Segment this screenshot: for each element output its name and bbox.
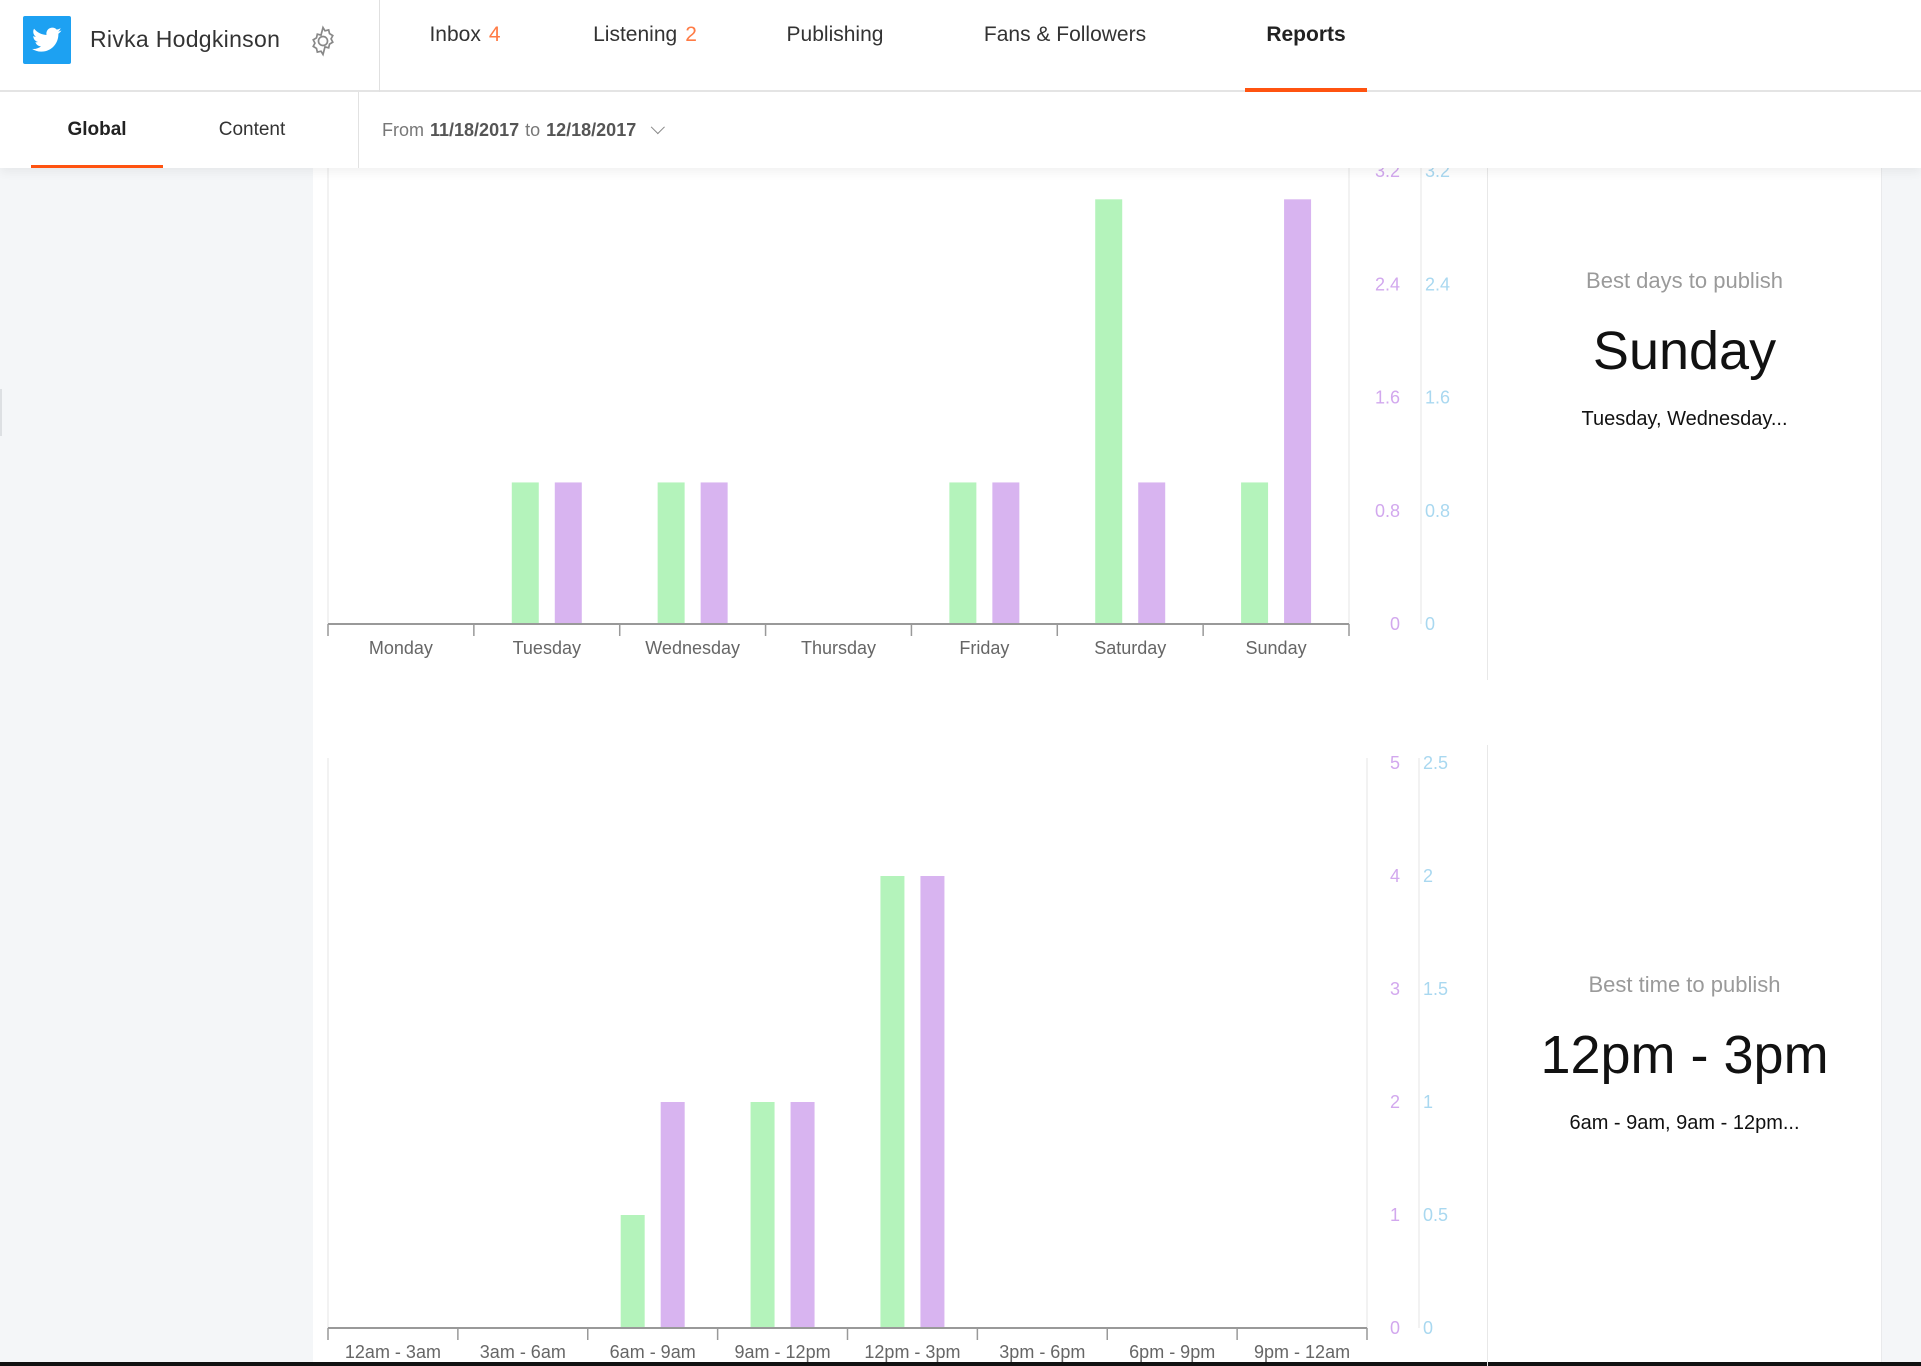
bar-green	[1241, 482, 1269, 624]
bar-purple	[920, 876, 945, 1328]
divider	[358, 92, 359, 168]
nav-label: Fans & Followers	[983, 23, 1147, 46]
y-tick-label-right: 1	[1423, 1092, 1433, 1112]
scroll-indicator	[0, 389, 2, 436]
x-tick-label: Sunday	[1246, 638, 1307, 658]
y-tick-label-right: 0.5	[1423, 1205, 1448, 1225]
tab-label: Global	[67, 119, 127, 140]
account-name: Rivka Hodgkinson	[90, 26, 281, 52]
x-tick-label: 3pm - 6pm	[999, 1342, 1085, 1362]
y-tick-label-right: 0	[1423, 1318, 1433, 1338]
y-tick-label-left: 0	[1390, 1318, 1400, 1338]
bar-purple	[554, 482, 582, 624]
x-tick-label: 9pm - 12am	[1254, 1342, 1350, 1362]
x-tick-label: 3am - 6am	[480, 1342, 566, 1362]
divider	[1487, 745, 1488, 1366]
divider	[1487, 168, 1488, 680]
x-tick-label: Friday	[959, 638, 1009, 658]
left-panel	[0, 168, 313, 1366]
x-tick-label: 6pm - 9pm	[1129, 1342, 1215, 1362]
nav-label: Inbox	[429, 23, 481, 46]
x-tick-label: Tuesday	[513, 638, 581, 658]
tab-global[interactable]: Global	[31, 92, 163, 168]
insight-best-value: 12pm - 3pm	[1540, 1025, 1829, 1085]
x-tick-label: Saturday	[1094, 638, 1166, 658]
best-days-insight: Best days to publish Sunday Tuesday, Wed…	[1488, 268, 1881, 431]
nav-reports[interactable]: Reports	[1245, 0, 1367, 92]
bar-green	[880, 876, 905, 1328]
x-tick-label: 12pm - 3pm	[864, 1342, 960, 1362]
tab-content[interactable]: Content	[190, 92, 314, 168]
y-tick-label-left: 1.6	[1375, 388, 1400, 408]
sub-nav-bar: Global Content From 11/18/2017 to 12/18/…	[0, 92, 1921, 168]
insight-label: Best time to publish	[1588, 972, 1781, 997]
nav-publishing[interactable]: Publishing	[770, 0, 900, 92]
best-time-insight: Best time to publish 12pm - 3pm 6am - 9a…	[1488, 972, 1881, 1135]
bar-purple	[1284, 199, 1312, 624]
date-to: 12/18/2017	[546, 119, 637, 140]
y-tick-label-right: 2.5	[1423, 753, 1448, 773]
nav-label: Publishing	[786, 23, 884, 46]
y-tick-label-right: 1.5	[1423, 979, 1448, 999]
bar-green	[1095, 199, 1123, 624]
best-days-chart: Monday Tuesday Wednesday Thursday Friday Satu…	[327, 168, 1450, 658]
chevron-down-icon	[650, 120, 666, 135]
y-tick-label-right: 0.8	[1425, 501, 1450, 521]
y-tick-label-right: 1.6	[1425, 388, 1450, 408]
insight-best-value: Sunday	[1592, 321, 1777, 381]
x-tick-label: Monday	[369, 638, 433, 658]
nav-label: Reports	[1266, 23, 1346, 46]
insight-other-values: 6am - 9am, 9am - 12pm...	[1569, 1112, 1800, 1134]
date-range-selector[interactable]: From 11/18/2017 to 12/18/2017	[382, 92, 666, 168]
y-tick-label-left: 2	[1390, 1092, 1400, 1112]
y-tick-label-right: 2.4	[1425, 274, 1450, 294]
x-tick-label: 9am - 12pm	[735, 1342, 831, 1362]
y-tick-label-left: 2.4	[1375, 274, 1400, 294]
bar-purple	[660, 1102, 685, 1328]
bar-purple	[700, 482, 728, 624]
insight-other-values: Tuesday, Wednesday...	[1581, 408, 1788, 430]
bar-green	[949, 482, 977, 624]
bar-green	[657, 482, 685, 624]
y-tick-label-left: 4	[1390, 866, 1400, 886]
best-time-chart: 12am - 3am 3am - 6am 6am - 9am 9am - 12pm 12…	[327, 753, 1448, 1362]
y-tick-label-right: 3.2	[1425, 168, 1450, 181]
y-tick-label-left: 1	[1390, 1205, 1400, 1225]
y-tick-label-left: 3	[1390, 979, 1400, 999]
bar-purple	[790, 1102, 815, 1328]
date-prefix: From	[382, 119, 424, 140]
tab-label: Content	[218, 119, 286, 140]
bar-green	[750, 1102, 775, 1328]
nav-fans-followers[interactable]: Fans & Followers	[970, 0, 1160, 92]
top-bar: Rivka Hodgkinson Inbox 4 Listening 2 Publi…	[0, 0, 1921, 92]
listening-count-badge: 2	[685, 23, 697, 46]
account-header: Rivka Hodgkinson	[0, 0, 380, 92]
bar-purple	[992, 482, 1020, 624]
inbox-count-badge: 4	[488, 23, 501, 46]
nav-label: Listening	[593, 23, 678, 46]
bar-green	[511, 482, 539, 624]
y-tick-label-left: 0.8	[1375, 501, 1400, 521]
y-tick-label-left: 3.2	[1375, 168, 1400, 181]
x-tick-label: 6am - 9am	[610, 1342, 696, 1362]
x-tick-label: 12am - 3am	[345, 1342, 441, 1362]
right-gutter	[1881, 168, 1921, 1366]
bar-purple	[1138, 482, 1166, 624]
x-tick-label: Wednesday	[645, 638, 740, 658]
gear-icon[interactable]	[306, 24, 340, 58]
date-separator: to	[525, 119, 541, 140]
y-tick-label-right: 0	[1425, 614, 1435, 634]
nav-inbox[interactable]: Inbox 4	[410, 0, 520, 92]
y-tick-label-right: 2	[1423, 866, 1433, 886]
twitter-bird-icon[interactable]	[23, 16, 71, 64]
date-from: 11/18/2017	[430, 119, 520, 140]
nav-listening[interactable]: Listening 2	[580, 0, 710, 92]
y-tick-label-left: 5	[1390, 753, 1400, 773]
x-tick-label: Thursday	[801, 638, 876, 658]
y-tick-label-left: 0	[1390, 614, 1400, 634]
bar-green	[620, 1215, 645, 1328]
insight-label: Best days to publish	[1586, 268, 1783, 293]
